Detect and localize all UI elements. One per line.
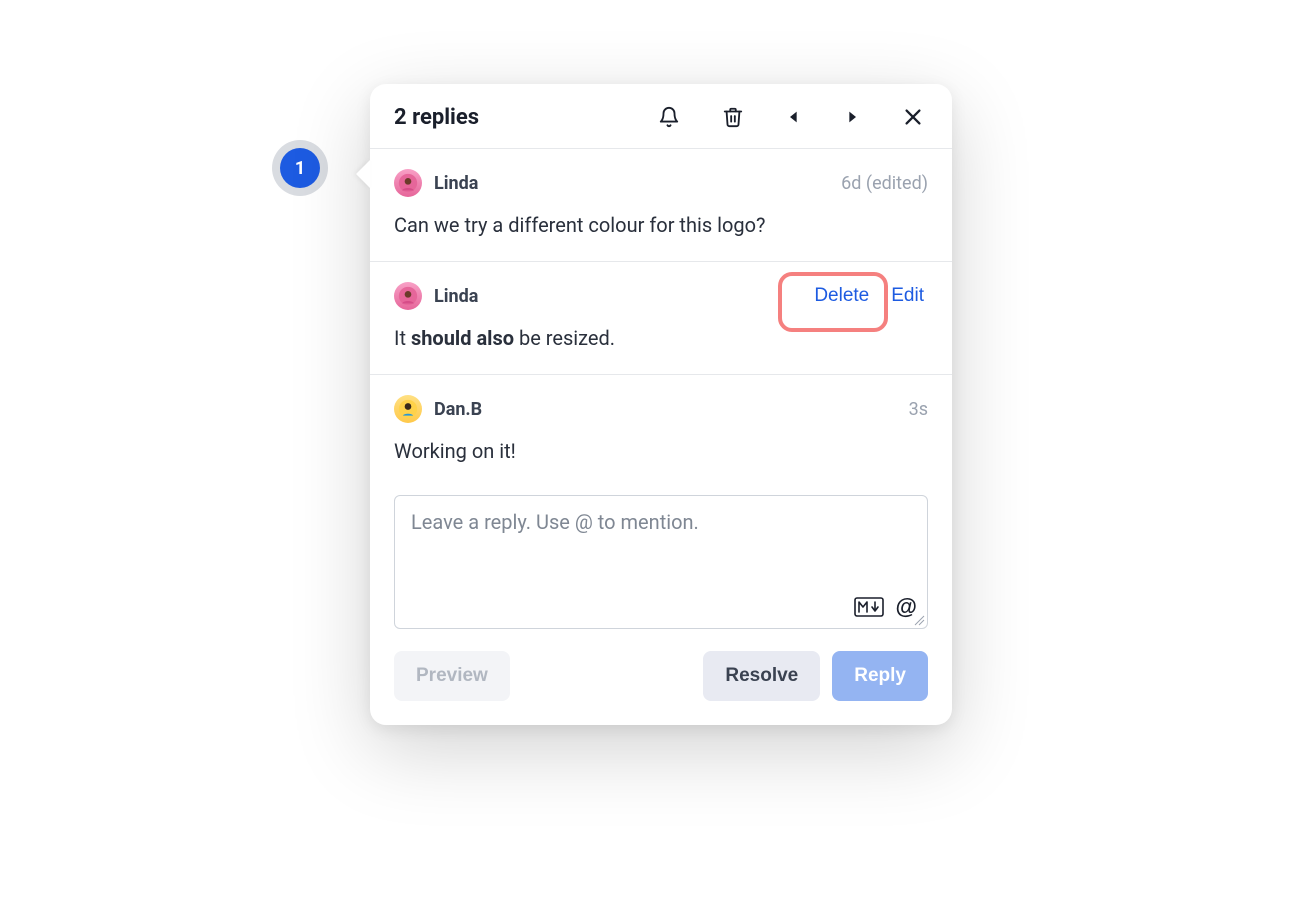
markdown-button[interactable] xyxy=(854,597,884,617)
comment-header: Linda Delete Edit xyxy=(394,282,928,310)
comment-text: Working on it! xyxy=(394,439,516,463)
notifications-button[interactable] xyxy=(654,102,684,132)
resize-handle-icon[interactable] xyxy=(913,614,925,626)
next-comment-button[interactable] xyxy=(840,105,864,129)
caret-left-icon xyxy=(786,109,802,125)
comment-header: Dan.B 3s xyxy=(394,395,928,423)
header-actions xyxy=(654,102,928,132)
comment-author: Dan.B xyxy=(434,399,482,420)
avatar xyxy=(394,282,422,310)
resolve-button[interactable]: Resolve xyxy=(703,651,820,701)
reply-textarea-wrapper: @ xyxy=(394,495,928,629)
comment-body: Working on it! xyxy=(394,437,928,465)
trash-icon xyxy=(722,106,744,128)
comment-thread-panel: 2 replies Linda 6d (edite xyxy=(370,84,952,725)
avatar xyxy=(394,169,422,197)
reply-input[interactable] xyxy=(395,496,927,628)
bell-icon xyxy=(658,106,680,128)
delete-comment-button[interactable]: Delete xyxy=(810,283,873,309)
delete-thread-button[interactable] xyxy=(718,102,748,132)
edit-comment-button[interactable]: Edit xyxy=(887,283,928,309)
comment-text-suffix: be resized. xyxy=(514,326,615,350)
close-icon xyxy=(902,106,924,128)
reply-button[interactable]: Reply xyxy=(832,651,928,701)
comment-item: Dan.B 3s Working on it! xyxy=(370,375,952,487)
comment-timestamp: 6d (edited) xyxy=(841,173,928,194)
comment-text: Can we try a different colour for this l… xyxy=(394,213,766,237)
comment-author: Linda xyxy=(434,286,478,307)
preview-button[interactable]: Preview xyxy=(394,651,510,701)
caret-right-icon xyxy=(844,109,860,125)
comment-author: Linda xyxy=(434,173,478,194)
annotation-number: 1 xyxy=(280,148,320,188)
comment-header: Linda 6d (edited) xyxy=(394,169,928,197)
thread-title: 2 replies xyxy=(394,105,654,130)
reply-region: @ Preview Resolve Reply xyxy=(370,487,952,725)
close-button[interactable] xyxy=(898,102,928,132)
comment-text-bold: should also xyxy=(411,326,514,350)
avatar xyxy=(394,395,422,423)
comment-item: Linda Delete Edit It should also be resi… xyxy=(370,262,952,375)
panel-header: 2 replies xyxy=(370,84,952,149)
annotation-marker[interactable]: 1 xyxy=(272,140,328,196)
input-toolbar: @ xyxy=(854,594,917,620)
comment-item: Linda 6d (edited) Can we try a different… xyxy=(370,149,952,262)
panel-pointer xyxy=(356,160,370,188)
comment-body: Can we try a different colour for this l… xyxy=(394,211,928,239)
reply-buttons-row: Preview Resolve Reply xyxy=(394,651,928,701)
comment-actions: Delete Edit xyxy=(810,283,928,309)
comment-body: It should also be resized. xyxy=(394,324,928,352)
comment-text-prefix: It xyxy=(394,326,411,350)
comment-timestamp: 3s xyxy=(909,399,928,420)
prev-comment-button[interactable] xyxy=(782,105,806,129)
markdown-icon xyxy=(854,597,884,617)
